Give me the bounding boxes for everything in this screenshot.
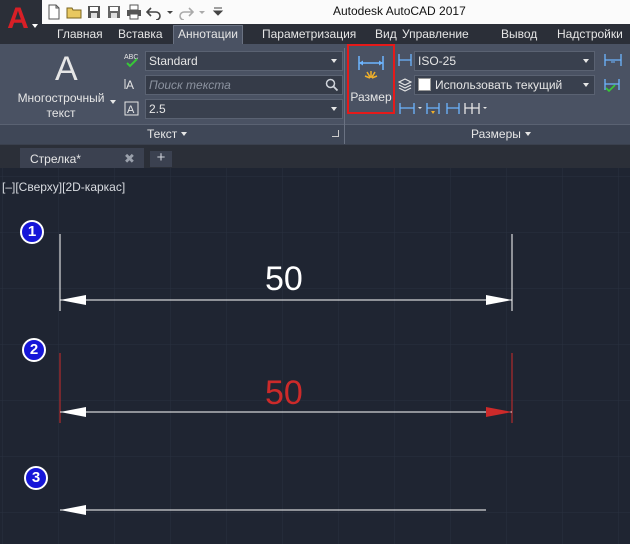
- text-panel-title: Текст: [147, 127, 188, 141]
- redo-dropdown-icon[interactable]: [198, 4, 206, 20]
- tab-parametric[interactable]: Параметризация: [262, 24, 356, 44]
- customize-qat-icon[interactable]: [210, 4, 226, 20]
- print-icon[interactable]: [126, 4, 142, 20]
- document-tab[interactable]: Стрелка* ✖: [20, 148, 144, 169]
- text-style-value: Standard: [149, 54, 198, 68]
- ribbon: A Многострочный текст ABC Standard A Пои…: [0, 44, 630, 144]
- tab-insert[interactable]: Вставка: [118, 24, 163, 44]
- tab-output[interactable]: Вывод: [501, 24, 537, 44]
- drawing-canvas[interactable]: [–][Сверху][2D-каркас] 1 2 3 50 50: [0, 168, 630, 544]
- annotation-marker-1: 1: [20, 220, 44, 244]
- chevron-down-icon: [181, 132, 188, 136]
- find-text-icon[interactable]: A: [124, 76, 140, 92]
- search-icon[interactable]: [325, 78, 339, 92]
- mtext-label: Многострочный текст: [17, 91, 105, 120]
- text-panel-footer[interactable]: Текст: [0, 124, 345, 144]
- new-tab-button[interactable]: +: [150, 150, 172, 167]
- save-icon[interactable]: [86, 4, 102, 20]
- dim-update-icon[interactable]: [603, 76, 623, 92]
- dimension-icon: [358, 56, 384, 79]
- close-icon[interactable]: ✖: [124, 151, 135, 167]
- mtext-icon: A: [55, 50, 78, 88]
- text-height-select[interactable]: 2.5: [145, 99, 343, 119]
- open-folder-icon[interactable]: [66, 4, 82, 20]
- undo-icon[interactable]: [146, 4, 162, 20]
- application-menu-button[interactable]: A: [0, 0, 42, 38]
- autocad-logo-icon: A: [7, 2, 29, 35]
- dimensions-panel-footer[interactable]: Размеры: [345, 124, 630, 144]
- tab-view[interactable]: Вид: [375, 24, 397, 44]
- chevron-down-icon: [583, 83, 589, 87]
- text-height-value: 2.5: [149, 102, 166, 116]
- mtext-dropdown-icon[interactable]: [110, 100, 116, 104]
- dim-style-select[interactable]: ISO-25: [414, 51, 595, 71]
- tab-annotate[interactable]: Аннотации: [173, 25, 243, 44]
- redo-icon[interactable]: [178, 4, 194, 20]
- viewport-controls[interactable]: [–][Сверху][2D-каркас]: [2, 180, 125, 194]
- dim-space-icon[interactable]: [445, 100, 461, 116]
- text-panel: A Многострочный текст ABC Standard A Пои…: [0, 44, 345, 144]
- multiline-text-button[interactable]: A Многострочный текст: [8, 48, 120, 122]
- dim-style-manager-icon[interactable]: [603, 52, 623, 68]
- spell-check-icon[interactable]: ABC: [124, 52, 140, 68]
- dim-layer-value: Использовать текущий: [435, 78, 563, 92]
- drawing-svg: [0, 168, 630, 544]
- annotation-marker-2: 2: [22, 338, 46, 362]
- svg-text:A: A: [127, 104, 135, 116]
- annotation-marker-3: 3: [24, 466, 48, 490]
- layer-icon[interactable]: [398, 76, 412, 92]
- chevron-down-icon: [583, 59, 589, 63]
- continue-dim-icon[interactable]: [398, 100, 422, 116]
- text-style-select[interactable]: Standard: [145, 51, 343, 71]
- chevron-down-icon: [524, 132, 531, 136]
- dim-style-value: ISO-25: [418, 54, 457, 68]
- dimension-button[interactable]: Размер: [347, 44, 395, 114]
- dialog-launcher-icon[interactable]: [332, 130, 339, 137]
- tab-addins[interactable]: Надстройки: [557, 24, 623, 44]
- tab-manage[interactable]: Управление: [402, 24, 469, 44]
- dimensions-panel-title: Размеры: [471, 127, 531, 141]
- text-panel-title-label: Текст: [147, 127, 178, 141]
- app-menu-dropdown-icon: [32, 24, 38, 28]
- chevron-down-icon: [331, 107, 337, 111]
- save-as-icon[interactable]: [106, 4, 122, 20]
- dimension-label: Размер: [350, 90, 392, 104]
- dimensions-panel: Размер ISO-25 Использовать текущий Разме…: [345, 44, 630, 144]
- tab-home[interactable]: Главная: [57, 24, 103, 44]
- dim-style-icon[interactable]: [398, 52, 412, 68]
- quick-access-toolbar: [46, 3, 226, 21]
- dim2-text[interactable]: 50: [265, 376, 303, 410]
- find-text-input[interactable]: Поиск текста: [145, 75, 343, 95]
- dim1-text[interactable]: 50: [265, 262, 303, 296]
- undo-dropdown-icon[interactable]: [166, 4, 174, 20]
- document-tab-label: Стрелка*: [30, 152, 81, 166]
- baseline-dim-icon[interactable]: [463, 100, 489, 116]
- ribbon-tab-bar: Главная Вставка Аннотации Параметризация…: [0, 24, 630, 44]
- text-height-icon[interactable]: A: [124, 100, 140, 116]
- grid-background: [0, 168, 630, 544]
- layer-color-swatch: [418, 78, 431, 91]
- window-title: Autodesk AutoCAD 2017: [333, 4, 466, 18]
- find-text-placeholder: Поиск текста: [149, 78, 231, 92]
- title-bar: Autodesk AutoCAD 2017: [0, 0, 630, 24]
- new-file-icon[interactable]: [46, 4, 62, 20]
- document-tab-bar: Стрелка* ✖ +: [0, 144, 630, 169]
- svg-text:A: A: [126, 78, 134, 92]
- dim-layer-select[interactable]: Использовать текущий: [414, 75, 595, 95]
- chevron-down-icon: [331, 59, 337, 63]
- quick-dim-icon[interactable]: [425, 100, 441, 116]
- dimensions-panel-title-label: Размеры: [471, 127, 521, 141]
